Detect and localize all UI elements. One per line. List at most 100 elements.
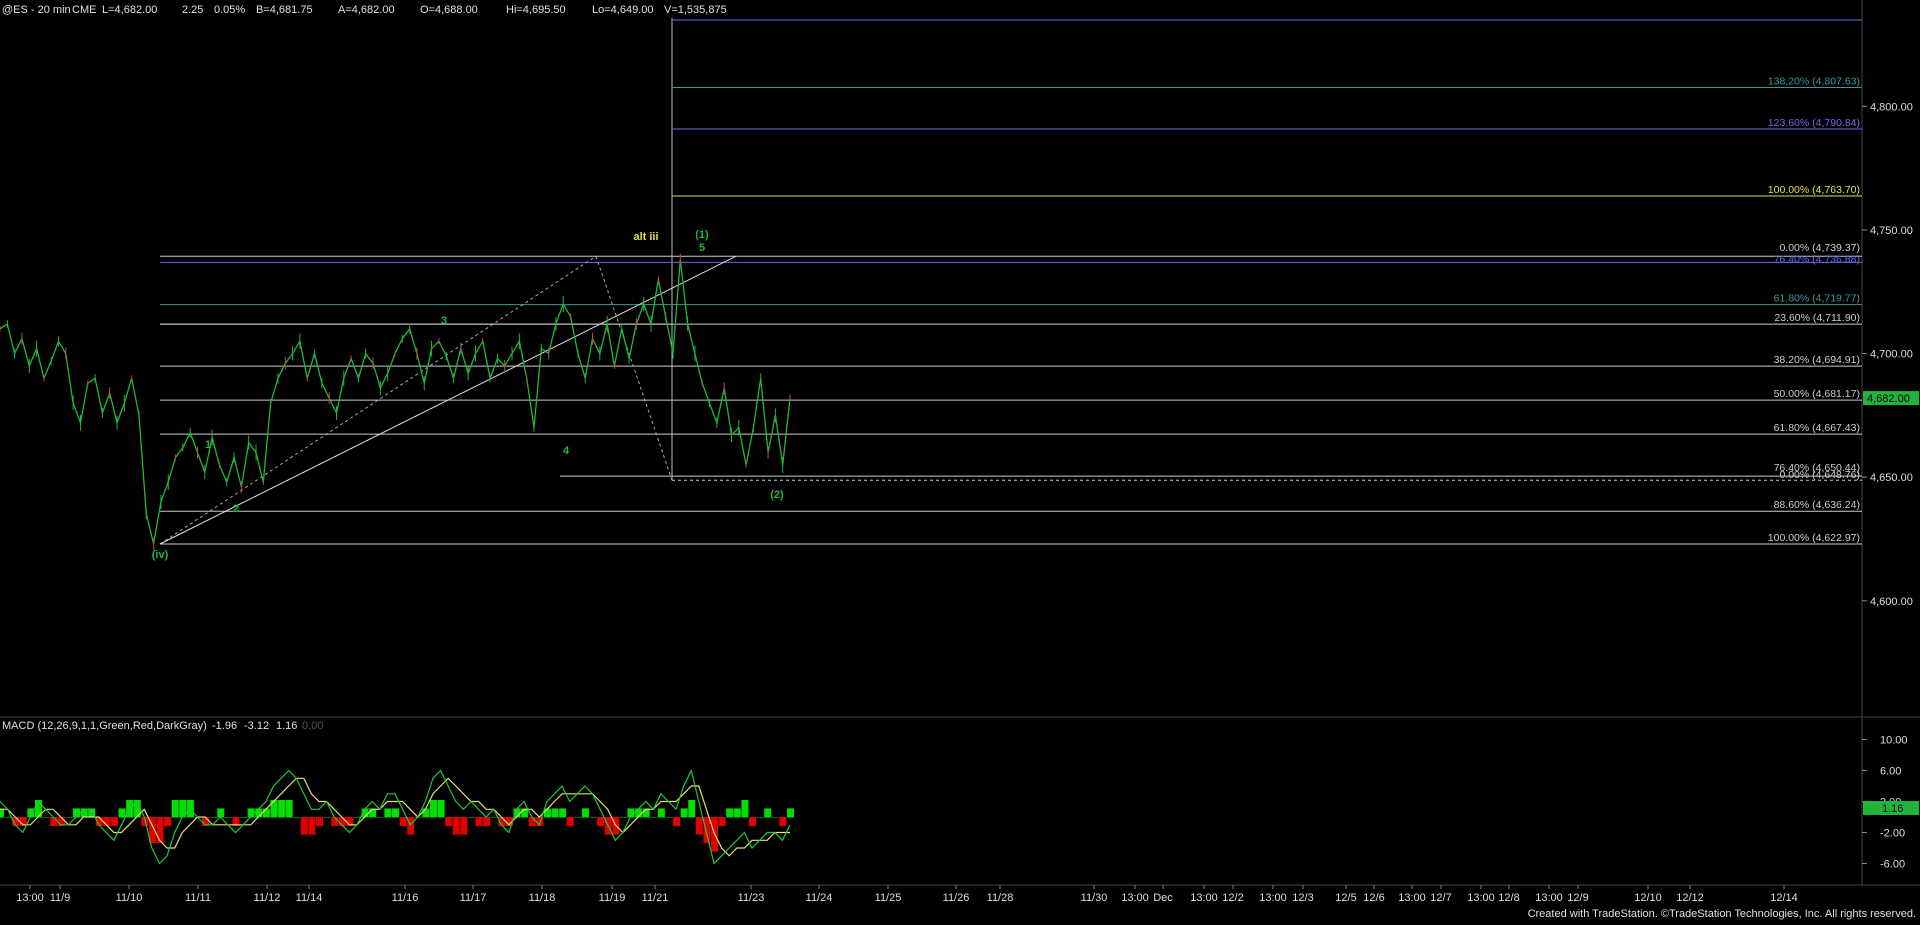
macd-histogram-bar [650, 817, 658, 818]
fib-level-label: 61.80% (4,719.77) [1774, 293, 1860, 305]
x-tick-label: 11/14 [296, 892, 323, 904]
current-price-label: 4,682.00 [1867, 393, 1910, 405]
wave-label: (1) [695, 229, 709, 241]
macd-histogram-bar [688, 799, 696, 818]
header-field: Hi=4,695.50 [506, 4, 566, 16]
x-tick-label: 11/12 [254, 892, 281, 904]
x-tick-label: 11/30 [1081, 892, 1108, 904]
macd-histogram-bar [581, 808, 589, 818]
macd-histogram-bar [179, 799, 187, 818]
x-tick-label: 13:00 [1259, 892, 1287, 904]
macd-histogram-bar [308, 817, 316, 835]
background [0, 0, 1920, 920]
x-tick-label: 12/9 [1567, 892, 1588, 904]
macd-histogram-bar [4, 817, 12, 818]
macd-histogram-bar [749, 817, 757, 827]
x-tick-label: 11/19 [599, 892, 626, 904]
macd-histogram-bar [566, 817, 574, 827]
macd-histogram-bar [741, 799, 749, 818]
y-tick-label: 4,700.00 [1870, 349, 1913, 361]
macd-histogram-bar [262, 808, 270, 818]
chart-window: 4,800.00 4,750.00 4,700.00 4,650.00 4,600.00… [0, 0, 1920, 920]
macd-histogram-bar [779, 817, 787, 827]
macd-histogram-bar [217, 808, 225, 818]
macd-histogram-bar [392, 808, 399, 818]
x-tick-label: 12/2 [1222, 892, 1243, 904]
macd-histogram-bar [171, 799, 179, 818]
macd-histogram-bar [285, 799, 293, 818]
macd-histogram-bar [110, 817, 118, 827]
x-tick-label: 13:00 [1398, 892, 1426, 904]
macd-histogram-bar [673, 817, 681, 827]
price-chart[interactable]: 4,800.00 4,750.00 4,700.00 4,650.00 4,600.00… [0, 0, 1920, 920]
fib-level-label: 76.40% (4,736.88) [1774, 253, 1860, 265]
y-tick-label: 4,800.00 [1870, 101, 1913, 113]
macd-histogram-bar [42, 817, 50, 818]
footer-credit: Created with TradeStation. ©TradeStation… [1528, 908, 1916, 920]
x-tick-label: 11/11 [185, 892, 211, 904]
fib-level-label: 100.00% (4,622.97) [1768, 532, 1860, 544]
macd-histogram-bar [703, 817, 711, 844]
header-field: A=4,682.00 [338, 4, 395, 16]
fib-level-label: 138.20% (4,807.63) [1768, 75, 1860, 87]
macd-histogram-bar [300, 817, 308, 835]
x-tick-label: 11/16 [392, 892, 419, 904]
header-field: Lo=4,649.00 [592, 4, 653, 16]
wave-label: 1 [205, 439, 211, 451]
header-field: 0.05% [214, 4, 245, 16]
macd-histogram-bar [726, 808, 734, 818]
x-tick-label: 12/5 [1335, 892, 1356, 904]
fib-level-label: 61.80% (4,667.43) [1774, 422, 1860, 434]
macd-readout: 1.16 [276, 720, 297, 732]
x-tick-label: 13:00 [1121, 892, 1149, 904]
x-tick-label: 11/26 [943, 892, 970, 904]
macd-histogram-bar [452, 817, 460, 835]
x-tick-label: 12/10 [1634, 892, 1662, 904]
macd-histogram-bar [270, 799, 278, 818]
x-tick-label: 11/28 [987, 892, 1014, 904]
x-tick-label: 13:00 [1535, 892, 1563, 904]
header-field: CME [72, 4, 96, 16]
macd-title: MACD (12,26,9,1,1,Green,Red,DarkGray) [2, 720, 207, 732]
macd-histogram-bar [718, 817, 726, 827]
fib-level-label: 100.00% (4,763.70) [1768, 184, 1860, 196]
macd-histogram-bar [278, 799, 286, 818]
x-tick-label: 11/10 [116, 892, 143, 904]
x-tick-label: 11/24 [806, 892, 833, 904]
macd-histogram-bar [209, 817, 217, 818]
macd-histogram-bar [475, 817, 483, 827]
fib-level-label: 88.60% (4,636.24) [1774, 499, 1860, 511]
fib-level-label: 0.00% (4,648.76) [1779, 469, 1860, 481]
macd-histogram-bar [445, 817, 453, 827]
macd-histogram-bar [460, 817, 468, 835]
wave-label: (2) [770, 489, 784, 501]
macd-histogram-bar [695, 817, 703, 835]
wave-label: 4 [563, 445, 570, 457]
macd-histogram-bar [422, 808, 430, 818]
x-tick-label: 12/6 [1363, 892, 1384, 904]
macd-histogram-bar [543, 808, 551, 818]
x-tick-label: 13:00 [1190, 892, 1218, 904]
macd-histogram-bar [156, 817, 164, 844]
macd-histogram-bar [293, 817, 301, 818]
macd-histogram-bar [316, 817, 324, 827]
macd-y-tick-label: 10.00 [1880, 735, 1908, 747]
macd-histogram-bar [186, 799, 194, 818]
macd-histogram-bar [490, 817, 498, 818]
x-tick-label: 12/12 [1676, 892, 1704, 904]
header-field: B=4,681.75 [256, 4, 313, 16]
x-tick-label: 11/25 [875, 892, 902, 904]
macd-histogram-bar [429, 799, 437, 818]
header-field: L=4,682.00 [102, 4, 157, 16]
x-tick-label: 12/3 [1292, 892, 1313, 904]
macd-histogram-bar [597, 817, 605, 827]
macd-histogram-bar [619, 817, 627, 818]
macd-y-tick-label: -6.00 [1880, 859, 1905, 871]
header-field: V=1,535,875 [664, 4, 727, 16]
x-tick-label: 12/14 [1770, 892, 1798, 904]
macd-histogram-bar [756, 817, 764, 818]
header-field: O=4,688.00 [420, 4, 478, 16]
macd-histogram-bar [399, 817, 407, 827]
macd-y-tick-label: 6.00 [1880, 766, 1901, 778]
fib-level-label: 123.60% (4,790.84) [1768, 117, 1860, 129]
